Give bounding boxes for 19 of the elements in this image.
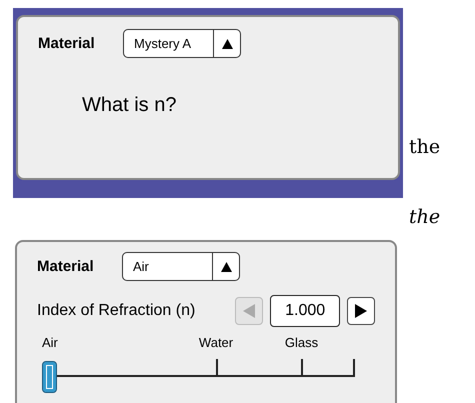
right-triangle-icon bbox=[355, 304, 368, 318]
slider-thumb[interactable] bbox=[42, 361, 57, 393]
slider[interactable] bbox=[41, 359, 353, 393]
tick-label: Glass bbox=[284, 335, 318, 350]
caret-icon bbox=[222, 38, 232, 48]
index-label: Index of Refraction (n) bbox=[37, 302, 196, 320]
tick-label: Air bbox=[42, 335, 58, 350]
caret-icon bbox=[220, 262, 232, 272]
body-text: the bbox=[409, 136, 440, 158]
material-dropdown[interactable]: Air bbox=[122, 252, 240, 281]
material-label: Material bbox=[38, 35, 96, 52]
material-label: Material bbox=[37, 258, 95, 275]
tick-label: Water bbox=[198, 335, 234, 350]
index-field[interactable]: 1.000 bbox=[270, 295, 340, 327]
body-text: the bbox=[409, 206, 440, 228]
question-text: What is n? bbox=[82, 94, 178, 117]
left-triangle-icon bbox=[243, 304, 256, 318]
material-dropdown[interactable]: Mystery A bbox=[123, 29, 241, 58]
increment-button[interactable] bbox=[347, 297, 375, 325]
